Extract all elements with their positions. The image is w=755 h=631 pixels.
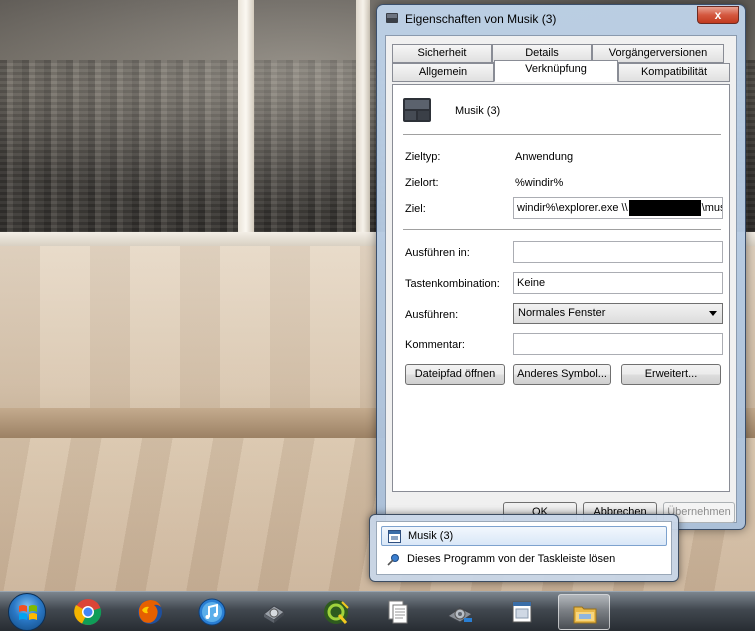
- chrome-icon: [74, 599, 102, 626]
- taskbar-button-quicktime[interactable]: [310, 594, 362, 630]
- taskbar-button-documents[interactable]: [372, 594, 424, 630]
- firefox-icon: [138, 600, 162, 624]
- tab-compatibility[interactable]: Kompatibilität: [618, 63, 730, 82]
- jump-list-item-label: Dieses Programm von der Taskleiste lösen: [407, 553, 616, 565]
- target-field[interactable]: windir%\explorer.exe \\ \music: [513, 197, 723, 219]
- separator: [403, 229, 721, 230]
- start-in-label: Ausführen in:: [405, 247, 470, 259]
- taskbar-button-chrome[interactable]: [62, 594, 114, 630]
- taskbar-button-itunes[interactable]: [186, 594, 238, 630]
- target-type-value: Anwendung: [515, 151, 574, 163]
- quicktime-x-icon: [324, 600, 349, 624]
- window-thumbnail-icon: [388, 530, 401, 543]
- taskbar-button-firefox[interactable]: [124, 594, 176, 630]
- taskbar: [0, 591, 755, 631]
- taskbar-button-network[interactable]: [434, 594, 486, 630]
- taskbar-button-drive[interactable]: [248, 594, 300, 630]
- tab-security[interactable]: Sicherheit: [392, 44, 492, 63]
- dialog-client-area: Sicherheit Details Vorgängerversionen Al…: [385, 35, 737, 523]
- jump-list-item-unpin[interactable]: Dieses Programm von der Taskleiste lösen: [381, 550, 667, 570]
- advanced-button[interactable]: Erweitert...: [621, 364, 721, 385]
- shortcut-tab-panel: Musik (3) Zieltyp: Anwendung Zielort: %w…: [392, 84, 730, 492]
- hard-drive-icon: [263, 605, 285, 623]
- target-text-end: \music: [701, 202, 722, 214]
- hotkey-field[interactable]: Keine: [513, 272, 723, 294]
- taskbar-button-app-window[interactable]: [496, 594, 548, 630]
- shortcut-icon: [386, 13, 398, 23]
- shortcut-name: Musik (3): [455, 105, 501, 117]
- title-bar[interactable]: Eigenschaften von Musik (3) x: [377, 5, 745, 31]
- close-button[interactable]: x: [697, 6, 739, 24]
- hotkey-label: Tastenkombination:: [405, 278, 500, 290]
- taskbar-jump-list: Musik (3) Dieses Programm von der Taskle…: [369, 514, 679, 582]
- window-title: Eigenschaften von Musik (3): [405, 12, 557, 26]
- change-icon-button[interactable]: Anderes Symbol...: [513, 364, 611, 385]
- run-label: Ausführen:: [405, 309, 459, 321]
- start-button[interactable]: [8, 593, 46, 631]
- run-select-value: Normales Fenster: [518, 307, 606, 319]
- shortcut-large-icon: [403, 98, 431, 122]
- window-app-icon: [512, 601, 532, 623]
- taskbar-button-explorer[interactable]: [558, 594, 610, 630]
- comment-label: Kommentar:: [405, 339, 465, 351]
- open-file-location-button[interactable]: Dateipfad öffnen: [405, 364, 505, 385]
- jump-list-item-window[interactable]: Musik (3): [381, 526, 667, 546]
- explorer-folder-icon: [573, 606, 597, 624]
- target-location-label: Zielort:: [405, 177, 439, 189]
- network-icon: [447, 607, 473, 623]
- itunes-icon: [198, 598, 226, 626]
- run-select[interactable]: Normales Fenster: [513, 303, 723, 324]
- redacted-text: [628, 200, 701, 217]
- target-text-start: windir%\explorer.exe \\: [517, 202, 628, 214]
- windows-logo-icon: [19, 605, 37, 620]
- separator: [403, 134, 721, 135]
- properties-window[interactable]: Eigenschaften von Musik (3) x Sicherheit…: [376, 4, 746, 530]
- target-type-label: Zieltyp:: [405, 151, 441, 163]
- tab-general[interactable]: Allgemein: [392, 63, 494, 82]
- jump-list-panel: Musik (3) Dieses Programm von der Taskle…: [376, 521, 672, 575]
- documents-icon: [388, 600, 408, 624]
- unpin-icon: [387, 554, 399, 566]
- start-in-field[interactable]: [513, 241, 723, 263]
- chevron-down-icon: [709, 311, 717, 316]
- target-label: Ziel:: [405, 203, 426, 215]
- comment-field[interactable]: [513, 333, 723, 355]
- tab-shortcut[interactable]: Verknüpfung: [494, 60, 618, 82]
- jump-list-item-label: Musik (3): [408, 530, 454, 542]
- target-location-value: %windir%: [515, 177, 564, 189]
